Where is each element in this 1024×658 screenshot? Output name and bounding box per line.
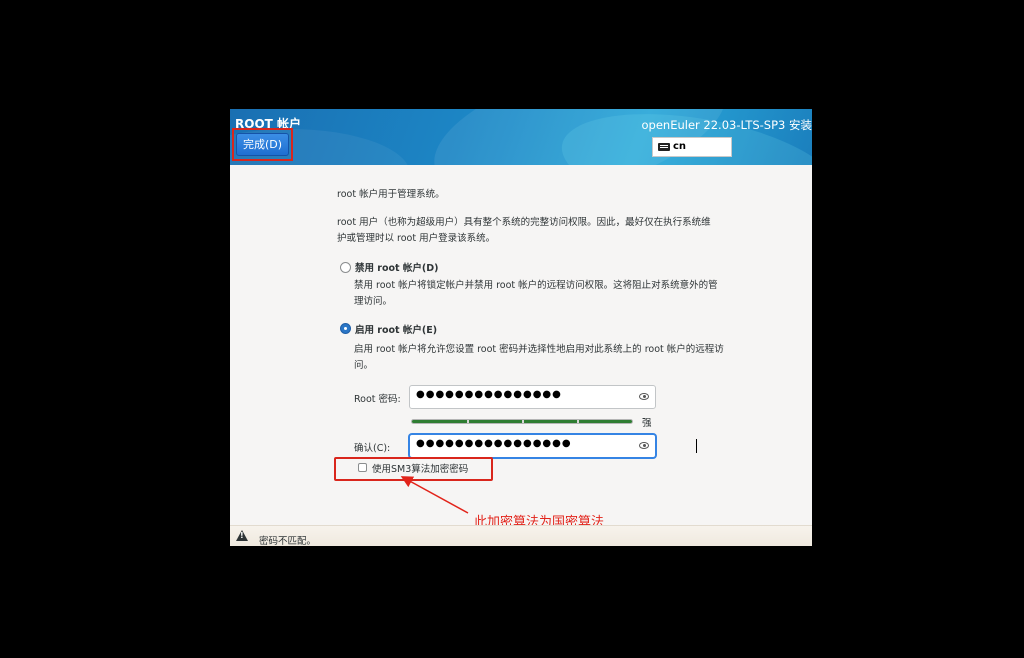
- status-message: 密码不匹配。: [259, 536, 317, 546]
- annotation-arrow: [400, 476, 469, 514]
- warning-icon: [236, 530, 248, 541]
- status-bar: 密码不匹配。: [230, 525, 812, 546]
- root-account-window: ROOT 帐户 完成(D) openEuler 22.03-LTS-SP3 安装…: [230, 109, 812, 546]
